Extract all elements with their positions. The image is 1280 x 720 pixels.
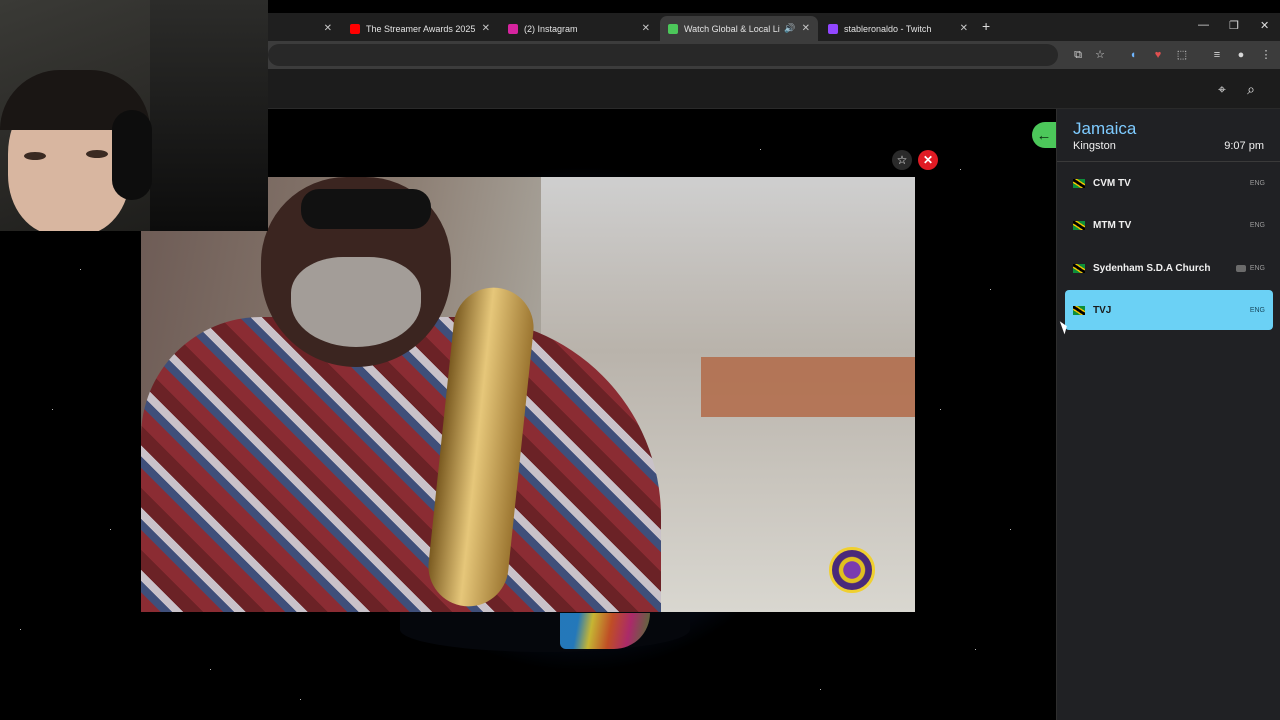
- instagram-icon: [508, 23, 518, 34]
- channel-name: CVM TV: [1093, 177, 1131, 189]
- star: [990, 289, 991, 290]
- tab-partial[interactable]: ✕: [268, 16, 340, 41]
- channel-language: ENG: [1249, 179, 1265, 187]
- webcam-eye: [86, 150, 108, 158]
- channel-name: TVJ: [1093, 304, 1112, 316]
- extensions-puzzle-icon[interactable]: ⬚: [1174, 47, 1190, 63]
- star: [960, 169, 961, 170]
- channel-item[interactable]: MTM TV ENG: [1065, 205, 1273, 245]
- tab-close-icon[interactable]: ✕: [642, 23, 650, 34]
- install-icon[interactable]: ⧉: [1070, 47, 1086, 63]
- channel-name: Sydenham S.D.A Church: [1093, 262, 1211, 274]
- minimize-button[interactable]: —: [1198, 19, 1209, 31]
- star: [760, 149, 761, 150]
- back-arrow-icon[interactable]: ←: [1032, 122, 1056, 148]
- star: [80, 269, 81, 270]
- jamaica-flag-icon: [1073, 305, 1085, 315]
- extension-shield-icon[interactable]: ♥: [1150, 47, 1166, 63]
- tab-close-icon[interactable]: ✕: [802, 23, 810, 34]
- profile-avatar-icon[interactable]: ●: [1233, 47, 1249, 63]
- close-player-icon[interactable]: ✕: [918, 150, 938, 170]
- address-bar[interactable]: [268, 44, 1058, 66]
- local-time: 9:07 pm: [1224, 140, 1264, 152]
- tab-label: stableronaldo - Twitch: [844, 23, 932, 34]
- media-control-icon[interactable]: ≡: [1209, 47, 1225, 63]
- tvj-logo-icon: [829, 547, 875, 593]
- tab-label: Watch Global & Local Live T: [684, 23, 780, 34]
- video-person-shirt: [141, 317, 661, 612]
- channel-language: ENG: [1249, 264, 1265, 272]
- webcam-overlay: [0, 0, 268, 231]
- tab-close-icon[interactable]: ✕: [960, 23, 968, 34]
- jamaica-flag-icon: [1073, 220, 1085, 230]
- star: [20, 629, 21, 630]
- video-roof: [701, 357, 915, 417]
- jamaica-flag-icon: [1073, 178, 1085, 188]
- tab-twitch[interactable]: stableronaldo - Twitch ✕: [820, 16, 976, 41]
- restore-button[interactable]: ❐: [1229, 19, 1239, 32]
- star: [210, 669, 211, 670]
- tv-garden-icon: [668, 23, 678, 34]
- youtube-icon: [1235, 264, 1246, 272]
- channel-item[interactable]: Sydenham S.D.A Church ENG: [1065, 248, 1273, 288]
- tab-instagram[interactable]: (2) Instagram ✕: [500, 16, 658, 41]
- tab-close-icon[interactable]: ✕: [482, 23, 490, 34]
- divider: [1057, 161, 1280, 162]
- star: [975, 649, 976, 650]
- channel-language: ENG: [1249, 306, 1265, 314]
- close-window-button[interactable]: ✕: [1260, 19, 1269, 32]
- webcam-eye: [24, 152, 46, 160]
- star: [820, 689, 821, 690]
- jamaica-flag-icon: [1073, 263, 1085, 273]
- channel-item[interactable]: CVM TV ENG: [1065, 163, 1273, 203]
- channel-language: ENG: [1249, 221, 1265, 229]
- speaker-icon[interactable]: 🔊: [784, 23, 795, 34]
- headset-icon: [112, 110, 152, 200]
- menu-kebab-icon[interactable]: ⋮: [1258, 47, 1274, 63]
- search-icon[interactable]: ⌕: [1243, 81, 1259, 97]
- country-title: Jamaica: [1073, 119, 1137, 138]
- star: [52, 409, 53, 410]
- tab-label: (2) Instagram: [524, 23, 578, 34]
- channel-item-active[interactable]: TVJ ENG: [1065, 290, 1273, 330]
- webcam-background: [150, 0, 268, 231]
- twitch-icon: [828, 23, 838, 34]
- video-player[interactable]: [141, 177, 915, 612]
- extension-audio-icon[interactable]: ◖: [1125, 47, 1141, 63]
- star: [300, 699, 301, 700]
- tab-label: The Streamer Awards 2025 - Yo: [366, 23, 476, 34]
- tab-close-icon[interactable]: ✕: [324, 23, 332, 34]
- video-person-glasses: [301, 189, 431, 229]
- channel-name: MTM TV: [1093, 219, 1132, 231]
- map-pin-icon[interactable]: ⌖: [1214, 81, 1230, 97]
- screen: ✕ The Streamer Awards 2025 - Yo ✕ (2) In…: [0, 0, 1280, 720]
- new-tab-button[interactable]: +: [982, 18, 990, 34]
- channel-sidebar: Jamaica Kingston 9:07 pm CVM TV ENG MTM …: [1056, 109, 1280, 720]
- star: [110, 529, 111, 530]
- star: [1010, 529, 1011, 530]
- youtube-icon: [350, 23, 360, 34]
- star: [940, 409, 941, 410]
- favorite-star-icon[interactable]: ☆: [892, 150, 912, 170]
- tab-watch-global[interactable]: Watch Global & Local Live T 🔊 ✕: [660, 16, 818, 41]
- tab-streamer-awards[interactable]: The Streamer Awards 2025 - Yo ✕: [342, 16, 498, 41]
- video-person-beard: [291, 257, 421, 347]
- city-label: Kingston: [1073, 140, 1116, 152]
- bookmark-star-icon[interactable]: ☆: [1092, 47, 1108, 63]
